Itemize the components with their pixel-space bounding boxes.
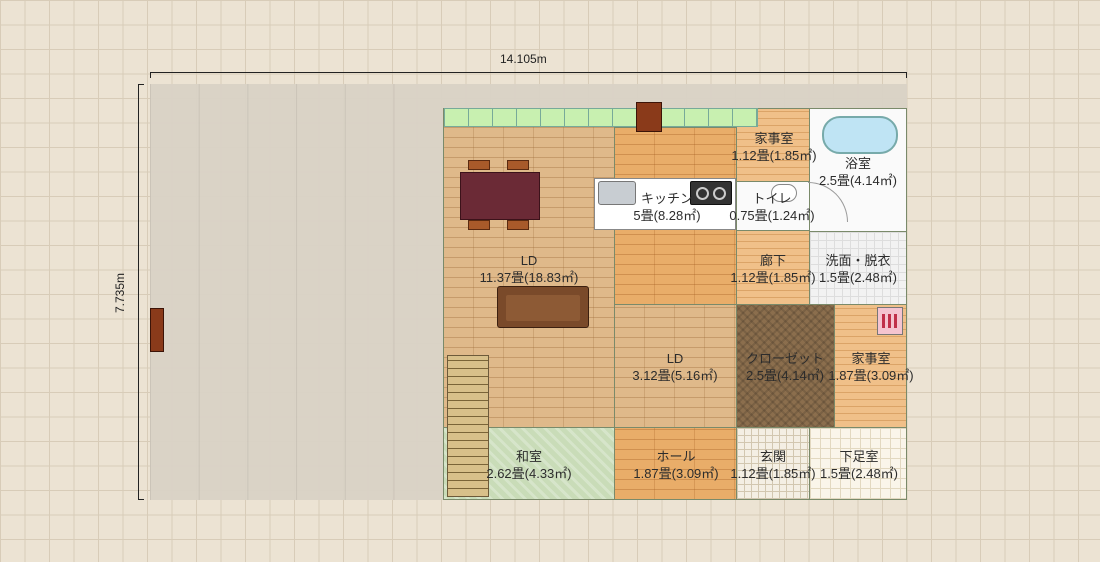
room-name: 玄関 xyxy=(759,449,786,464)
label-utility-2: 家事室 1.87畳(3.09㎡) xyxy=(821,350,921,384)
label-hall: ホール 1.87畳(3.09㎡) xyxy=(621,448,731,482)
width-dimension-label: 14.105m xyxy=(500,52,547,66)
room-area: 1.87畳(3.09㎡) xyxy=(828,368,914,383)
label-washitsu: 和室 2.62畳(4.33㎡) xyxy=(479,448,579,482)
room-area: 2.62畳(4.33㎡) xyxy=(486,466,572,481)
heater-icon xyxy=(636,102,662,132)
room-name: 家事室 xyxy=(851,351,891,366)
room-name: ホール xyxy=(656,449,696,464)
dining-table xyxy=(460,172,540,220)
label-ld-main: LD 11.37畳(18.83㎡) xyxy=(472,252,586,286)
room-area: 1.5畳(2.48㎡) xyxy=(819,466,899,481)
width-dimension-line xyxy=(150,72,907,78)
label-kitchen: キッチン 5畳(8.28㎡) xyxy=(612,190,722,224)
room-name: キッチン xyxy=(640,191,693,206)
room-area: 1.87畳(3.09㎡) xyxy=(633,466,719,481)
room-name: 浴室 xyxy=(844,156,871,171)
room-name: LD xyxy=(520,253,538,268)
room-name: クローゼット xyxy=(745,351,824,366)
room-name: トイレ xyxy=(752,191,792,206)
sofa xyxy=(497,286,589,328)
room-name: 和室 xyxy=(515,449,542,464)
label-shoe-room: 下足室 1.5畳(2.48㎡) xyxy=(809,448,909,482)
room-area: 2.5畳(4.14㎡) xyxy=(818,173,898,188)
dining-chair xyxy=(507,160,529,170)
balcony-rail xyxy=(444,108,758,127)
label-closet: クローゼット 2.5畳(4.14㎡) xyxy=(735,350,835,384)
room-area: 3.12畳(5.16㎡) xyxy=(632,368,718,383)
room-name: 洗面・脱衣 xyxy=(825,253,891,268)
room-area: 0.75畳(1.24㎡) xyxy=(729,208,815,223)
bathtub-icon xyxy=(822,116,898,154)
label-washroom: 洗面・脱衣 1.5畳(2.48㎡) xyxy=(808,252,908,286)
washer-icon xyxy=(877,307,903,335)
label-bath: 浴室 2.5畳(4.14㎡) xyxy=(808,155,908,189)
dining-chair xyxy=(468,220,490,230)
room-name: LD xyxy=(666,351,684,366)
height-dimension-line xyxy=(138,84,144,500)
heater-icon xyxy=(150,308,164,352)
label-ld-small: LD 3.12畳(5.16㎡) xyxy=(615,350,735,384)
room-area: 1.5畳(2.48㎡) xyxy=(818,270,898,285)
dining-chair xyxy=(468,160,490,170)
label-toilet: トイレ 0.75畳(1.24㎡) xyxy=(722,190,822,224)
room-area: 5畳(8.28㎡) xyxy=(633,208,701,223)
lot-grid xyxy=(150,84,442,500)
room-area: 1.12畳(1.85㎡) xyxy=(730,466,816,481)
room-area: 2.5畳(4.14㎡) xyxy=(745,368,825,383)
dining-chair xyxy=(507,220,529,230)
label-entrance: 玄関 1.12畳(1.85㎡) xyxy=(723,448,823,482)
height-dimension-label: 7.735m xyxy=(113,272,128,314)
room-name: 下足室 xyxy=(839,449,879,464)
room-area: 11.37畳(18.83㎡) xyxy=(479,270,579,285)
room-name: 家事室 xyxy=(754,131,794,146)
